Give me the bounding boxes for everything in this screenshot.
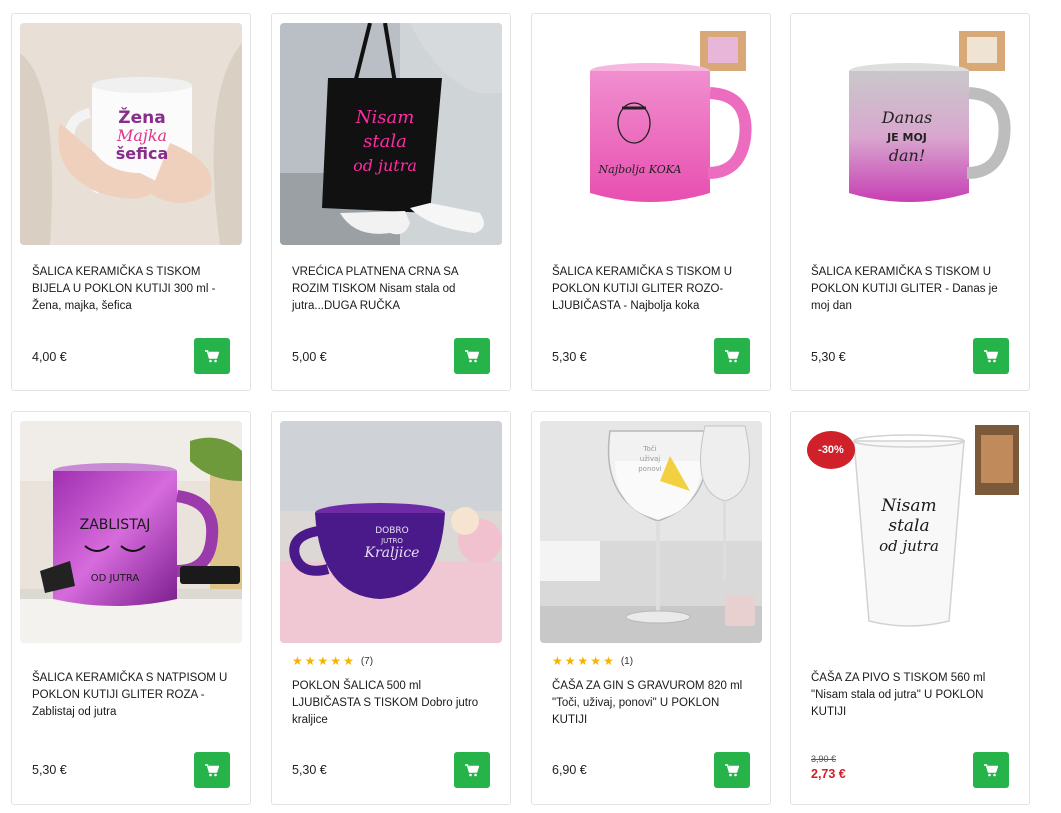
cart-icon [205, 763, 219, 776]
add-to-cart-button[interactable] [194, 752, 230, 788]
add-to-cart-button[interactable] [194, 338, 230, 374]
discount-badge: -30% [807, 431, 855, 469]
product-card[interactable]: Žena Majka šefica ŠALICA KERAMIČKA S TIS… [11, 13, 251, 391]
product-price: 5,30 € [292, 763, 327, 777]
glass-print-line-3: ponovi [638, 465, 662, 473]
star-icon: ★ [292, 654, 303, 668]
product-price: 5,30 € [811, 350, 846, 364]
product-title[interactable]: ŠALICA KERAMIČKA S NATPISOM U POKLON KUT… [32, 670, 232, 721]
cart-icon [984, 763, 998, 776]
star-icon: ★ [590, 654, 602, 668]
product-card[interactable]: -30% Nisam stala od jutra ČAŠA ZA PIVO S… [790, 411, 1030, 805]
star-icon: ★ [552, 654, 563, 668]
mug-print-line-2: JUTRO [380, 537, 403, 545]
bag-print-line-1: Nisam [355, 107, 415, 128]
product-image[interactable]: ZABLISTAJ OD JUTRA [20, 421, 242, 643]
product-title[interactable]: POKLON ŠALICA 500 ml LJUBIČASTA S TISKOM… [292, 678, 492, 729]
bag-print-line-3: od jutra [353, 156, 417, 175]
product-title[interactable]: ČAŠA ZA GIN S GRAVUROM 820 ml "Toči, uži… [552, 678, 752, 729]
star-icon: ★ [564, 654, 576, 668]
purple-large-mug-image: DOBRO JUTRO Kraljice [280, 421, 502, 643]
product-card[interactable]: Najbolja KOKA ŠALICA KERAMIČKA S TISKOM … [531, 13, 771, 391]
mug-print-line-1: Danas [881, 108, 932, 127]
star-icon: ★ [317, 654, 329, 668]
mug-print-text: Najbolja KOKA [598, 163, 682, 176]
mug-print-line-2: Majka [116, 126, 167, 145]
product-title[interactable]: ČAŠA ZA PIVO S TISKOM 560 ml "Nisam stal… [811, 670, 1011, 721]
product-card[interactable]: ZABLISTAJ OD JUTRA ŠALICA KERAMIČKA S NA… [11, 411, 251, 805]
product-title[interactable]: ŠALICA KERAMIČKA S TISKOM U POKLON KUTIJ… [811, 264, 1011, 315]
product-card[interactable]: Toči uživaj ponovi ★ ★ ★ ★ ★ (1) ČAŠA ZA… [531, 411, 771, 805]
add-to-cart-button[interactable] [454, 338, 490, 374]
add-to-cart-button[interactable] [973, 338, 1009, 374]
add-to-cart-button[interactable] [454, 752, 490, 788]
star-icon: ★ [304, 654, 316, 668]
mug-print-line-2: OD JUTRA [91, 573, 140, 584]
glass-print-line-2: uživaj [640, 455, 660, 463]
pink-glitter-mug-image: Najbolja KOKA [540, 23, 762, 245]
product-rating[interactable]: ★ ★ ★ ★ ★ (7) [292, 655, 373, 667]
star-icon: ★ [330, 654, 342, 668]
product-card[interactable]: Danas JE MOJ dan! ŠALICA KERAMIČKA S TIS… [790, 13, 1030, 391]
product-price: 5,00 € [292, 350, 327, 364]
mug-print-line-3: šefica [116, 144, 169, 163]
tote-bag-image: Nisam stala od jutra [280, 23, 502, 245]
product-rating[interactable]: ★ ★ ★ ★ ★ (1) [552, 655, 633, 667]
product-image[interactable]: Toči uživaj ponovi [540, 421, 762, 643]
cart-icon [984, 349, 998, 362]
add-to-cart-button[interactable] [714, 338, 750, 374]
glass-print-line-3: od jutra [879, 537, 939, 555]
product-card[interactable]: Nisam stala od jutra VREĆICA PLATNENA CR… [271, 13, 511, 391]
bag-print-line-2: stala [363, 131, 407, 152]
add-to-cart-button[interactable] [714, 752, 750, 788]
product-title[interactable]: ŠALICA KERAMIČKA S TISKOM U POKLON KUTIJ… [552, 264, 752, 315]
cart-icon [725, 763, 739, 776]
add-to-cart-button[interactable] [973, 752, 1009, 788]
product-image[interactable]: Najbolja KOKA [540, 23, 762, 245]
cart-icon [725, 349, 739, 362]
glass-print-line-1: Toči [642, 445, 656, 453]
purple-glitter-mug-image: ZABLISTAJ OD JUTRA [20, 421, 242, 643]
star-icon: ★ [603, 654, 614, 668]
mug-print-line-2: JE MOJ [886, 131, 927, 144]
product-image[interactable]: DOBRO JUTRO Kraljice [280, 421, 502, 643]
product-price: 5,30 € [552, 350, 587, 364]
product-price: 4,00 € [32, 350, 67, 364]
product-title[interactable]: ŠALICA KERAMIČKA S TISKOM BIJELA U POKLO… [32, 264, 232, 315]
mug-print-line-1: DOBRO [375, 526, 409, 536]
product-card[interactable]: DOBRO JUTRO Kraljice ★ ★ ★ ★ ★ (7) POKLO… [271, 411, 511, 805]
sale-price: 2,73 € [811, 767, 846, 781]
star-icon: ★ [577, 654, 589, 668]
white-mug-image: Žena Majka šefica [20, 23, 242, 245]
glass-print-line-2: stala [888, 516, 929, 536]
mug-print-line-3: Kraljice [364, 545, 420, 561]
cart-icon [205, 349, 219, 362]
product-image[interactable]: Žena Majka šefica [20, 23, 242, 245]
mug-print-line-3: dan! [889, 146, 926, 165]
old-price: 3,90 € [811, 754, 837, 764]
product-image[interactable]: Nisam stala od jutra [280, 23, 502, 245]
star-icon: ★ [343, 654, 354, 668]
silver-pink-mug-image: Danas JE MOJ dan! [799, 23, 1021, 245]
glass-print-line-1: Nisam [880, 496, 936, 516]
product-price: 5,30 € [32, 763, 67, 777]
rating-count: (1) [620, 655, 634, 667]
mug-print-line-1: Žena [118, 106, 165, 128]
mug-print-line-1: ZABLISTAJ [80, 517, 151, 533]
cart-icon [465, 763, 479, 776]
cart-icon [465, 349, 479, 362]
product-title[interactable]: VREĆICA PLATNENA CRNA SA ROZIM TISKOM Ni… [292, 264, 492, 315]
product-price: 6,90 € [552, 763, 587, 777]
product-image[interactable]: Danas JE MOJ dan! [799, 23, 1021, 245]
gin-glass-image: Toči uživaj ponovi [540, 421, 762, 643]
rating-count: (7) [360, 655, 374, 667]
